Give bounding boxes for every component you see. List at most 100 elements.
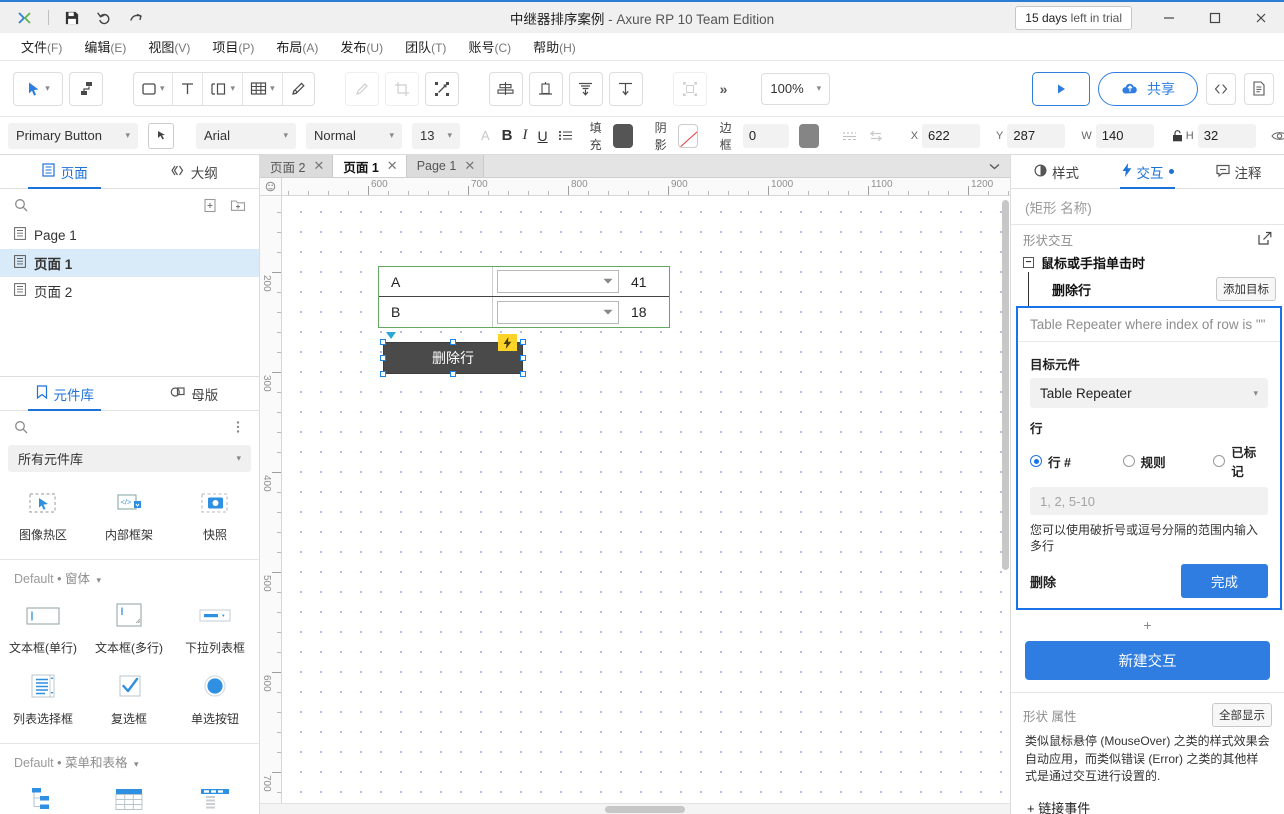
maximize-icon[interactable] — [1192, 1, 1238, 34]
border-width-input[interactable] — [743, 124, 789, 148]
tab-outline[interactable]: 大纲 — [130, 155, 260, 188]
rows-input[interactable]: 1, 2, 5-10 — [1030, 487, 1268, 515]
radio-row-number[interactable]: 行 # — [1030, 452, 1123, 471]
resize-handle-s[interactable] — [450, 371, 456, 377]
library-group-header-forms[interactable]: Default • 窗体 ▾ — [0, 559, 259, 591]
resize-handle-nw[interactable] — [380, 339, 386, 345]
resize-handle-e[interactable] — [520, 355, 526, 361]
h-input[interactable] — [1198, 124, 1256, 148]
add-folder-icon[interactable] — [227, 194, 249, 216]
menu-item-account[interactable]: 账号(C) — [457, 33, 522, 60]
zoom-select[interactable]: 100% ▾ — [761, 73, 830, 105]
menu-item-project[interactable]: 项目(P) — [201, 33, 265, 60]
dropdown-field[interactable] — [497, 270, 619, 293]
search-icon[interactable] — [10, 194, 32, 216]
scrollbar-thumb[interactable] — [605, 806, 685, 813]
add-target-button[interactable]: 添加目标 — [1216, 277, 1276, 301]
menu-item-team[interactable]: 团队(T) — [394, 33, 457, 60]
page-item-page1-en[interactable]: Page 1 — [0, 221, 259, 249]
x-input[interactable] — [922, 124, 980, 148]
pen-tool-button[interactable] — [283, 73, 314, 105]
event-header[interactable]: − 鼠标或手指单击时 — [1023, 253, 1284, 272]
rectangle-tool-button[interactable]: ▾ — [134, 73, 173, 105]
library-item-textfield[interactable]: 文本框(单行) — [0, 593, 86, 664]
library-item-textarea[interactable]: 文本框(多行) — [86, 593, 172, 664]
distribute-vertical-button[interactable] — [609, 72, 643, 106]
lock-aspect-icon[interactable] — [1170, 123, 1186, 149]
font-color-button[interactable]: A — [481, 123, 490, 149]
tab-pages[interactable]: 页面 — [0, 155, 130, 188]
delete-action-button[interactable]: 删除 — [1030, 572, 1056, 591]
close-icon[interactable] — [1238, 1, 1284, 34]
y-input[interactable] — [1007, 124, 1065, 148]
italic-button[interactable]: I — [523, 123, 528, 149]
menu-item-file[interactable]: 文件(F) — [10, 33, 73, 60]
canvas-vertical-scrollbar[interactable] — [1001, 196, 1010, 803]
font-size-select[interactable]: 13 ▾ — [412, 123, 460, 149]
toolbar-more-button[interactable]: » — [710, 81, 738, 97]
canvas-tab-page1[interactable]: 页面 1 ✕ — [333, 155, 406, 177]
select-tool-button[interactable]: ▾ — [13, 72, 63, 106]
close-icon[interactable]: ✕ — [313, 158, 324, 174]
open-external-icon[interactable] — [1258, 231, 1272, 248]
fill-color-swatch[interactable] — [613, 124, 633, 148]
tab-style[interactable]: 样式 — [1011, 155, 1102, 188]
tab-masters[interactable]: 母版 — [130, 377, 260, 410]
bold-button[interactable]: B — [502, 123, 513, 149]
w-input[interactable] — [1096, 124, 1154, 148]
resize-handle-w[interactable] — [380, 355, 386, 361]
vertical-ruler[interactable]: 200300400500600700 — [260, 196, 282, 803]
preview-button[interactable] — [1032, 72, 1090, 106]
library-item-table[interactable]: 经典表格 — [86, 777, 172, 814]
library-item-checkbox[interactable]: 复选框 — [86, 664, 172, 735]
tab-libraries[interactable]: 元件库 — [0, 377, 130, 410]
shadow-swatch[interactable] — [678, 124, 698, 148]
search-icon[interactable] — [10, 416, 32, 438]
border-color-swatch[interactable] — [799, 124, 819, 148]
canvas-tab-page1-en[interactable]: Page 1 ✕ — [407, 155, 485, 177]
add-action-button[interactable]: + — [1011, 610, 1284, 639]
canvas-tabs-overflow-icon[interactable] — [979, 155, 1010, 177]
library-item-iframe[interactable]: </> 内部框架 — [86, 480, 172, 551]
menu-item-layout[interactable]: 布局(A) — [265, 33, 329, 60]
menu-item-edit[interactable]: 编辑(E) — [73, 33, 137, 60]
save-icon[interactable] — [57, 5, 87, 31]
menu-item-publish[interactable]: 发布(U) — [329, 33, 394, 60]
table-tool-button[interactable]: ▾ — [243, 73, 283, 105]
library-select[interactable]: 所有元件库 ▾ — [8, 445, 251, 472]
repeater-cell-dropdown[interactable] — [493, 297, 621, 327]
notes-panel-button[interactable] — [1244, 73, 1274, 105]
repeater-cell-dropdown[interactable] — [493, 267, 621, 296]
text-tool-button[interactable] — [173, 73, 203, 105]
list-button[interactable] — [558, 123, 573, 149]
resize-handle-n[interactable] — [450, 339, 456, 345]
table-row[interactable]: B 18 — [379, 297, 669, 327]
menu-item-help[interactable]: 帮助(H) — [522, 33, 587, 60]
table-row[interactable]: A 41 — [379, 267, 669, 297]
tab-interactions[interactable]: 交互 — [1102, 155, 1193, 188]
undo-icon[interactable] — [89, 5, 119, 31]
library-item-snapshot[interactable]: 快照 — [172, 480, 258, 551]
app-logo-icon[interactable] — [10, 5, 40, 31]
distribute-horizontal-button[interactable] — [569, 72, 603, 106]
font-weight-select[interactable]: Normal ▾ — [306, 123, 402, 149]
close-icon[interactable]: ✕ — [387, 158, 398, 174]
page-item-page2-cn[interactable]: 页面 2 — [0, 277, 259, 305]
radio-marked[interactable]: 已标记 — [1213, 442, 1268, 480]
align-horizontal-button[interactable] — [489, 72, 523, 106]
crop-tool-button[interactable] — [385, 72, 419, 106]
tab-notes[interactable]: 注释 — [1193, 155, 1284, 188]
style-picker-button[interactable] — [148, 123, 174, 149]
resize-handle-se[interactable] — [520, 371, 526, 377]
show-all-button[interactable]: 全部显示 — [1212, 703, 1272, 727]
library-item-menu-horizontal[interactable]: 经典菜单 - 横向 — [172, 777, 258, 814]
interaction-bolt-icon[interactable] — [498, 334, 517, 351]
horizontal-ruler[interactable]: 600700800900100011001200 — [282, 178, 1010, 196]
ruler-origin-button[interactable] — [260, 178, 282, 196]
new-interaction-button[interactable]: 新建交互 — [1025, 641, 1270, 680]
font-family-select[interactable]: Arial ▾ — [196, 123, 296, 149]
trial-badge[interactable]: 15 days left in trial — [1015, 6, 1132, 30]
code-view-button[interactable] — [1206, 73, 1236, 105]
close-icon[interactable]: ✕ — [464, 158, 475, 174]
minimize-icon[interactable] — [1146, 1, 1192, 34]
